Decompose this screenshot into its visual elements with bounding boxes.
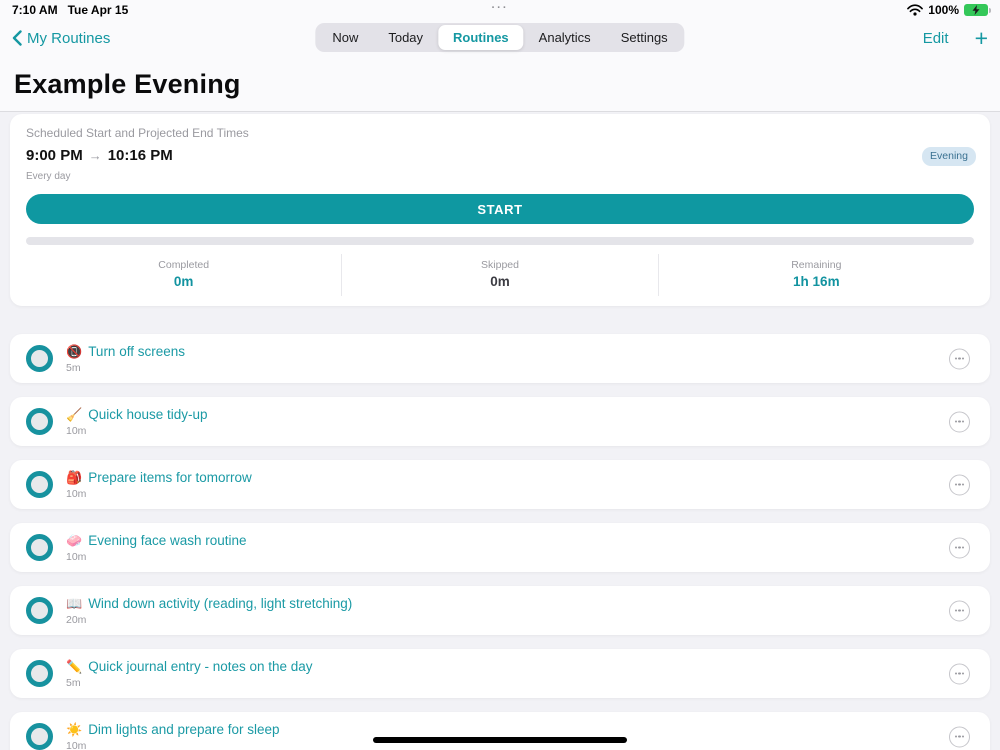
task-duration: 10m	[66, 425, 208, 437]
task-duration: 10m	[66, 551, 247, 563]
stat-label: Remaining	[659, 259, 974, 271]
stat-value: 0m	[26, 274, 341, 289]
end-time: 10:16 PM	[108, 147, 173, 164]
tab-bar: NowTodayRoutinesAnalyticsSettings	[315, 23, 684, 52]
status-time: 7:10 AM	[12, 3, 58, 17]
task-complete-circle[interactable]	[26, 471, 53, 498]
tab-analytics[interactable]: Analytics	[524, 25, 606, 50]
task-more-button[interactable]	[949, 726, 970, 747]
header: 7:10 AM Tue Apr 15 ··· 100% My Routines …	[0, 0, 1000, 112]
task-row: 📖 Wind down activity (reading, light str…	[10, 586, 990, 635]
task-title[interactable]: Evening face wash routine	[88, 533, 246, 548]
task-title[interactable]: Quick journal entry - notes on the day	[88, 659, 312, 674]
task-body: ✏️ Quick journal entry - notes on the da…	[66, 658, 313, 689]
task-body: 🧼 Evening face wash routine 10m	[66, 532, 247, 563]
task-row: ☀️ Dim lights and prepare for sleep 10m	[10, 712, 990, 750]
task-complete-circle[interactable]	[26, 345, 53, 372]
task-duration: 5m	[66, 362, 185, 374]
back-button[interactable]: My Routines	[12, 30, 110, 47]
task-row: 🧼 Evening face wash routine 10m	[10, 523, 990, 572]
task-duration: 5m	[66, 677, 313, 689]
task-emoji-icon: 🎒	[66, 471, 82, 484]
stat-label: Completed	[26, 259, 341, 271]
status-date: Tue Apr 15	[68, 3, 129, 17]
stat: Skipped 0m	[341, 254, 657, 296]
task-body: 📵 Turn off screens 5m	[66, 343, 185, 374]
nav-bar: My Routines NowTodayRoutinesAnalyticsSet…	[0, 20, 1000, 56]
multitask-dots-icon: ···	[492, 2, 509, 14]
stat-value: 1h 16m	[659, 274, 974, 289]
task-body: 📖 Wind down activity (reading, light str…	[66, 595, 352, 626]
schedule-subtitle: Scheduled Start and Projected End Times	[26, 126, 974, 140]
task-complete-circle[interactable]	[26, 408, 53, 435]
task-more-button[interactable]	[949, 348, 970, 369]
frequency-label: Every day	[26, 171, 974, 182]
start-time: 9:00 PM	[26, 147, 83, 164]
task-title[interactable]: Quick house tidy-up	[88, 407, 207, 422]
task-more-button[interactable]	[949, 537, 970, 558]
tab-routines[interactable]: Routines	[438, 25, 524, 50]
task-emoji-icon: 🧹	[66, 408, 82, 421]
schedule-card: Scheduled Start and Projected End Times …	[10, 114, 990, 306]
page-title: Example Evening	[0, 56, 1000, 111]
task-body: 🧹 Quick house tidy-up 10m	[66, 406, 208, 437]
progress-bar	[26, 237, 974, 245]
task-more-button[interactable]	[949, 600, 970, 621]
task-emoji-icon: 📖	[66, 597, 82, 610]
task-emoji-icon: ✏️	[66, 660, 82, 673]
task-complete-circle[interactable]	[26, 534, 53, 561]
task-duration: 20m	[66, 614, 352, 626]
task-duration: 10m	[66, 740, 280, 750]
task-body: ☀️ Dim lights and prepare for sleep 10m	[66, 721, 280, 750]
task-list: 📵 Turn off screens 5m 🧹 Quick house tidy…	[0, 334, 1000, 750]
task-more-button[interactable]	[949, 474, 970, 495]
task-emoji-icon: 🧼	[66, 534, 82, 547]
tab-today[interactable]: Today	[373, 25, 438, 50]
edit-button[interactable]: Edit	[923, 30, 949, 47]
battery-charging-icon	[964, 4, 988, 16]
add-button[interactable]: +	[975, 27, 988, 50]
time-of-day-badge: Evening	[922, 147, 976, 166]
task-title[interactable]: Dim lights and prepare for sleep	[88, 722, 279, 737]
task-title[interactable]: Turn off screens	[88, 344, 185, 359]
task-complete-circle[interactable]	[26, 723, 53, 750]
stat: Remaining 1h 16m	[658, 254, 974, 296]
battery-percent: 100%	[928, 3, 959, 17]
task-complete-circle[interactable]	[26, 660, 53, 687]
tab-settings[interactable]: Settings	[606, 25, 683, 50]
tab-now[interactable]: Now	[317, 25, 373, 50]
task-body: 🎒 Prepare items for tomorrow 10m	[66, 469, 252, 500]
task-row: 📵 Turn off screens 5m	[10, 334, 990, 383]
stat: Completed 0m	[26, 254, 341, 296]
task-duration: 10m	[66, 488, 252, 500]
stat-value: 0m	[342, 274, 657, 289]
task-row: 🎒 Prepare items for tomorrow 10m	[10, 460, 990, 509]
wifi-icon	[907, 4, 923, 16]
task-row: ✏️ Quick journal entry - notes on the da…	[10, 649, 990, 698]
stats-row: Completed 0m Skipped 0m Remaining 1h 16m	[26, 254, 974, 296]
task-more-button[interactable]	[949, 663, 970, 684]
arrow-icon: →	[89, 148, 102, 163]
task-row: 🧹 Quick house tidy-up 10m	[10, 397, 990, 446]
schedule-times: 9:00 PM → 10:16 PM	[26, 147, 974, 164]
task-emoji-icon: ☀️	[66, 723, 82, 736]
status-bar: 7:10 AM Tue Apr 15 ··· 100%	[0, 0, 1000, 20]
task-title[interactable]: Prepare items for tomorrow	[88, 470, 252, 485]
back-button-label: My Routines	[27, 30, 110, 47]
start-button[interactable]: START	[26, 194, 974, 224]
task-more-button[interactable]	[949, 411, 970, 432]
task-complete-circle[interactable]	[26, 597, 53, 624]
stat-label: Skipped	[342, 259, 657, 271]
task-emoji-icon: 📵	[66, 345, 82, 358]
chevron-left-icon	[12, 30, 22, 46]
home-indicator[interactable]	[373, 737, 627, 743]
task-title[interactable]: Wind down activity (reading, light stret…	[88, 596, 352, 611]
